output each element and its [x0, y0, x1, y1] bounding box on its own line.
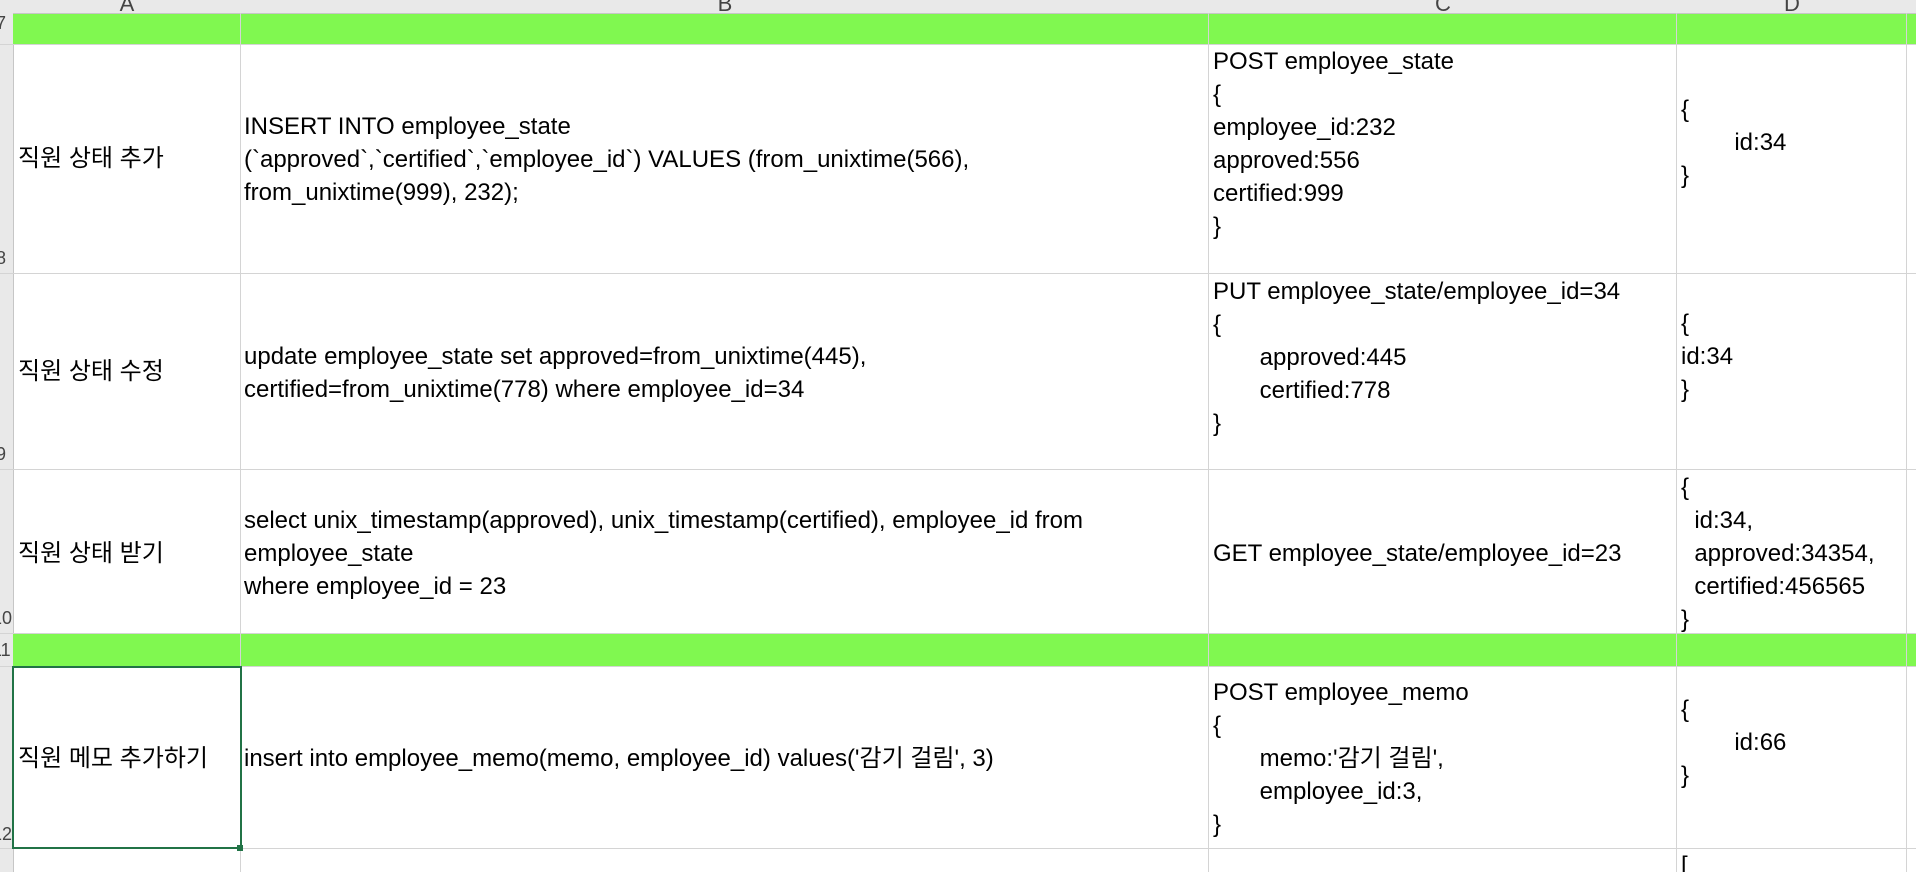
cell-c8-request[interactable]: POST employee_state { employee_id:232 ap… [1213, 45, 1454, 243]
cell-a9-name[interactable]: 직원 상태 수정 [18, 355, 164, 388]
cell-c12-request[interactable]: POST employee_memo { memo:'감기 걸림', emplo… [1213, 676, 1469, 841]
cell-a10-name[interactable]: 직원 상태 받기 [18, 537, 164, 570]
grid-line [1208, 13, 1209, 872]
cell-b10-sql[interactable]: select unix_timestamp(approved), unix_ti… [244, 504, 1083, 603]
cell-b12-sql[interactable]: insert into employee_memo(memo, employee… [244, 742, 994, 775]
grid-line [1676, 13, 1677, 872]
cell-b8-sql[interactable]: INSERT INTO employee_state (`approved`,`… [244, 110, 969, 209]
grid-line [0, 666, 1916, 667]
row-number-8[interactable]: 8 [0, 248, 6, 269]
row-number-12[interactable]: 12 [0, 824, 12, 845]
row-number-9[interactable]: 9 [0, 444, 6, 465]
cell-b9-sql[interactable]: update employee_state set approved=from_… [244, 340, 866, 406]
cell-d12-response[interactable]: { id:66 } [1681, 693, 1786, 792]
row-number-10[interactable]: 10 [0, 608, 12, 629]
cell-c9-request[interactable]: PUT employee_state/employee_id=34 { appr… [1213, 275, 1620, 440]
fill-handle[interactable] [237, 845, 243, 851]
cell-d13-partial[interactable]: [ [1681, 849, 1688, 872]
grid-line [0, 44, 1916, 45]
row-number-11[interactable]: 11 [0, 640, 11, 661]
cell-d10-response[interactable]: { id:34, approved:34354, certified:45656… [1681, 471, 1875, 633]
grid-line [1906, 13, 1907, 872]
grid-line [0, 469, 1916, 470]
cell-d8-response[interactable]: { id:34 } [1681, 93, 1786, 192]
section-band-row-11[interactable] [13, 634, 1916, 666]
active-cell-selection[interactable] [12, 666, 242, 849]
row-number-7[interactable]: 7 [0, 13, 6, 34]
grid-line [0, 848, 1916, 849]
cell-a8-name[interactable]: 직원 상태 추가 [18, 142, 164, 175]
grid-line [0, 273, 1916, 274]
section-band-row-7[interactable] [13, 14, 1916, 44]
grid-line [0, 633, 1916, 634]
cell-c10-request[interactable]: GET employee_state/employee_id=23 [1213, 537, 1621, 570]
cell-d9-response[interactable]: { id:34 } [1681, 307, 1733, 406]
